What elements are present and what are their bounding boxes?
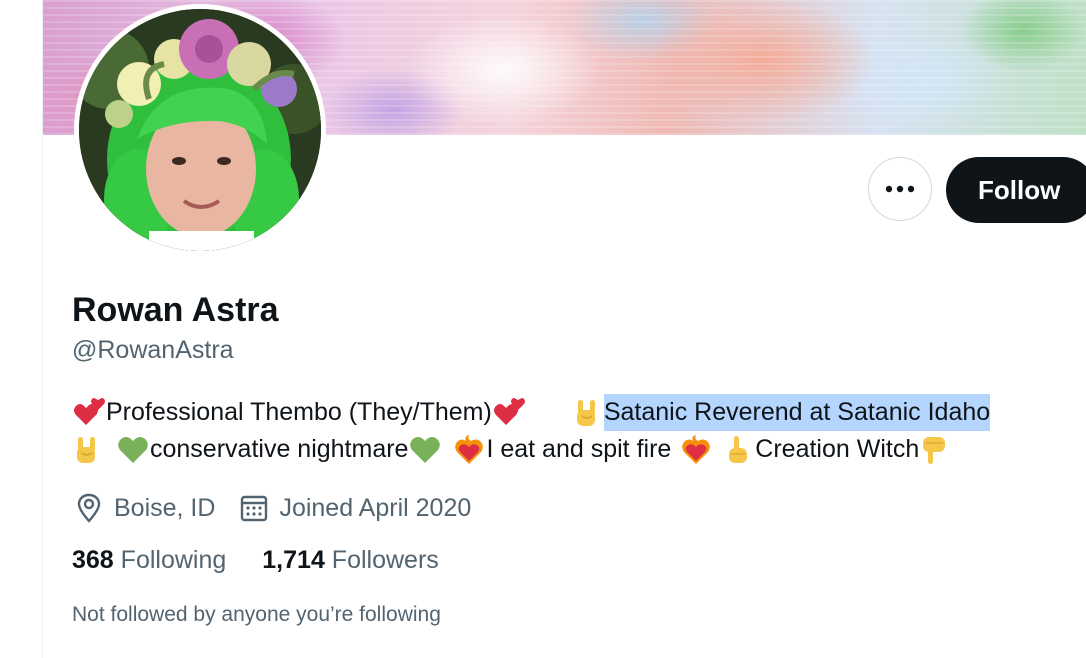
location-text: Boise, ID (114, 493, 216, 522)
heart-on-fire-icon (452, 434, 486, 465)
profile-meta: Boise, ID Joined April 2020 (72, 489, 493, 527)
location-item: Boise, ID (72, 493, 215, 523)
bio-text-conservative: conservative nightmare (150, 435, 409, 463)
bio-line-2: conservative nightmare I eat and spit fi… (72, 431, 1062, 468)
profile-bio: Professional Thembo (They/Them) Satanic … (72, 394, 1062, 468)
not-followed-notice: Not followed by anyone you’re following (72, 603, 441, 626)
profile-page: Follow Rowan Astra @RowanAstra Professio… (0, 0, 1086, 658)
index-pointing-up-icon (721, 435, 755, 465)
more-options-button[interactable] (868, 157, 932, 221)
profile-avatar[interactable] (74, 4, 326, 256)
display-name: Rowan Astra (72, 291, 279, 329)
bio-text-creation-witch: Creation Witch (755, 435, 920, 463)
following-link[interactable]: 368 Following (72, 546, 226, 575)
user-handle: @RowanAstra (72, 336, 234, 364)
joined-text: Joined April 2020 (279, 493, 472, 522)
two-hearts-icon (492, 397, 526, 428)
location-pin-icon (72, 493, 106, 523)
follow-stats: 368 Following 1,714 Followers (72, 546, 475, 575)
follow-button[interactable]: Follow (946, 157, 1086, 223)
bio-text-fire: I eat and spit fire (486, 435, 672, 463)
followers-count: 1,714 (262, 546, 325, 574)
bio-text-pronouns: Professional Thembo (They/Them) (106, 398, 492, 426)
bio-line-1: Professional Thembo (They/Them) Satanic … (72, 394, 1062, 431)
followers-link[interactable]: 1,714 Followers (262, 546, 439, 575)
following-count: 368 (72, 546, 114, 574)
sign-of-horns-icon (72, 435, 106, 465)
joined-item: Joined April 2020 (237, 493, 471, 523)
green-heart-icon (116, 435, 150, 465)
more-dots-icon (885, 180, 915, 198)
following-label: Following (120, 546, 227, 574)
follow-button-label: Follow (978, 174, 1061, 205)
heart-on-fire-icon (679, 434, 713, 465)
sign-of-horns-icon (570, 398, 604, 428)
calendar-icon (237, 493, 271, 523)
bio-text-selected-title: Satanic Reverend at Satanic Idaho (603, 394, 991, 431)
avatar-photo (79, 9, 321, 251)
backhand-index-pointing-down-icon (919, 435, 953, 465)
two-hearts-icon (72, 397, 106, 428)
green-heart-icon (408, 435, 442, 465)
followers-label: Followers (331, 546, 439, 574)
